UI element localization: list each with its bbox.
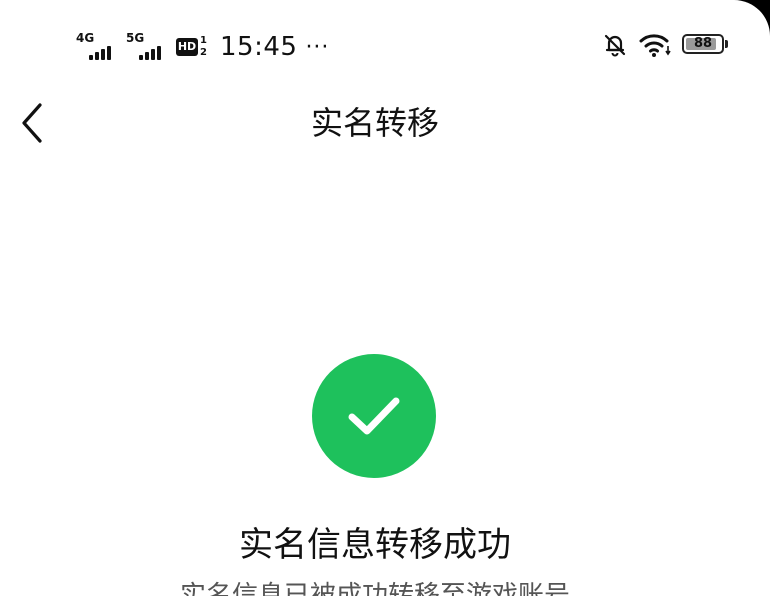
page-title: 实名转移 (310, 104, 439, 142)
signal-icon (89, 46, 111, 60)
app-screen: 4G 5G HD 1 2 15:45 ··· 88 实名转移 实名信息转移成功 … (0, 0, 770, 596)
status-bar: 4G 5G HD 1 2 15:45 ··· 88 (0, 0, 770, 88)
network-type-label: 4G (76, 31, 95, 45)
more-notifications-icon: ··· (305, 35, 330, 60)
battery-level: 88 (693, 36, 713, 51)
clock: 15:45 (220, 32, 298, 62)
signal-5g: 5G (126, 32, 170, 62)
checkmark-icon (348, 397, 400, 435)
hd-label: HD (176, 38, 198, 56)
status-right: 88 (602, 30, 730, 60)
network-type-label: 5G (126, 31, 145, 45)
hd-icon: HD 1 2 (176, 32, 210, 62)
bell-off-icon (604, 34, 626, 57)
signal-icon (139, 46, 161, 60)
hd-sub: 2 (200, 47, 207, 58)
hd-sup: 1 (200, 35, 207, 46)
nav-bar: 实名转移 (0, 88, 770, 162)
result-description: 实名信息已被成功转移至游戏账号 (179, 581, 570, 596)
signal-4g: 4G (76, 32, 120, 62)
check-circle-icon (312, 354, 436, 478)
status-left: 4G 5G HD 1 2 15:45 ··· (76, 26, 329, 62)
battery-icon: 88 (682, 34, 730, 56)
result-title: 实名信息转移成功 (239, 525, 511, 565)
wifi-icon (639, 34, 671, 57)
